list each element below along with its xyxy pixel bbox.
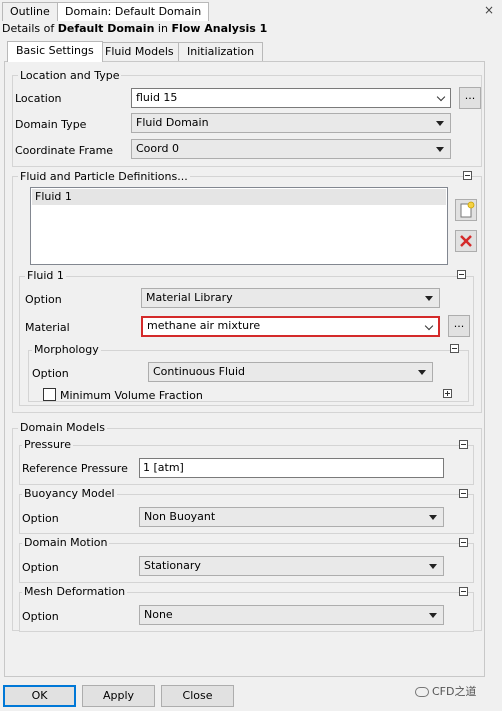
collapse-icon[interactable]: [459, 440, 468, 449]
location-browse-button[interactable]: ...: [459, 87, 481, 109]
collapse-icon[interactable]: [463, 171, 472, 180]
watermark-text: CFD之道: [432, 685, 477, 698]
collapse-icon[interactable]: [450, 344, 459, 353]
mesh-option-value: None: [144, 608, 173, 621]
details-analysis: Flow Analysis 1: [171, 22, 268, 35]
mesh-option-label: Option: [22, 610, 59, 623]
motion-option-value: Stationary: [144, 559, 201, 572]
buoyancy-option-label: Option: [22, 512, 59, 525]
morphology-option-select[interactable]: Continuous Fluid: [148, 362, 433, 382]
details-prefix: Details of: [2, 22, 58, 35]
reference-pressure-label: Reference Pressure: [22, 462, 128, 475]
material-browse-button[interactable]: ...: [448, 315, 470, 337]
morphology-option-label: Option: [32, 367, 69, 380]
mesh-deformation-title: Mesh Deformation: [22, 585, 128, 598]
chat-icon: [415, 687, 429, 697]
motion-option-select[interactable]: Stationary: [139, 556, 444, 576]
fluid-list[interactable]: Fluid 1: [30, 187, 448, 265]
dropdown-arrow-icon: [429, 613, 437, 618]
domain-models-title: Domain Models: [18, 421, 107, 434]
new-document-icon: [460, 201, 475, 218]
chevron-down-icon: [436, 92, 446, 102]
domain-type-label: Domain Type: [15, 118, 87, 131]
fluid1-option-value: Material Library: [146, 291, 233, 304]
location-type-title: Location and Type: [18, 69, 122, 82]
fluid-defs-title: Fluid and Particle Definitions...: [18, 170, 190, 183]
buoyancy-title: Buoyancy Model: [22, 487, 117, 500]
buoyancy-option-select[interactable]: Non Buoyant: [139, 507, 444, 527]
pressure-title: Pressure: [22, 438, 73, 451]
tab-outline[interactable]: Outline: [2, 2, 58, 21]
dropdown-arrow-icon: [425, 296, 433, 301]
dropdown-arrow-icon: [418, 370, 426, 375]
material-value: methane air mixture: [147, 319, 261, 332]
min-volume-fraction-label: Minimum Volume Fraction: [60, 389, 203, 402]
motion-option-label: Option: [22, 561, 59, 574]
dropdown-arrow-icon: [436, 147, 444, 152]
material-label: Material: [25, 321, 70, 334]
details-object: Default Domain: [57, 22, 155, 35]
domain-motion-title: Domain Motion: [22, 536, 110, 549]
tab-domain[interactable]: Domain: Default Domain: [57, 2, 210, 21]
apply-button[interactable]: Apply: [82, 685, 155, 707]
dropdown-arrow-icon: [429, 515, 437, 520]
delete-item-button[interactable]: [455, 230, 477, 252]
collapse-icon[interactable]: [457, 270, 466, 279]
material-combo[interactable]: methane air mixture: [141, 316, 440, 337]
mesh-option-select[interactable]: None: [139, 605, 444, 625]
expand-icon[interactable]: [443, 389, 452, 398]
dropdown-arrow-icon: [436, 121, 444, 126]
delete-icon: [460, 235, 472, 247]
ok-button[interactable]: OK: [3, 685, 76, 707]
fluid1-option-select[interactable]: Material Library: [141, 288, 440, 308]
chevron-down-icon: [424, 321, 434, 331]
location-label: Location: [15, 92, 62, 105]
reference-pressure-input[interactable]: 1 [atm]: [139, 458, 444, 478]
fluid1-title: Fluid 1: [25, 269, 66, 282]
fluid1-option-label: Option: [25, 293, 62, 306]
coord-frame-value: Coord 0: [136, 142, 179, 155]
morphology-title: Morphology: [32, 343, 101, 356]
min-volume-fraction-checkbox[interactable]: [43, 388, 56, 401]
new-item-button[interactable]: [455, 199, 477, 221]
close-button[interactable]: Close: [161, 685, 234, 707]
tab-initialization[interactable]: Initialization: [178, 42, 264, 62]
buoyancy-option-value: Non Buoyant: [144, 510, 216, 523]
tab-basic-settings[interactable]: Basic Settings: [7, 41, 103, 62]
coord-frame-label: Coordinate Frame: [15, 144, 114, 157]
location-value: fluid 15: [136, 91, 178, 104]
close-icon[interactable]: ×: [484, 3, 494, 17]
location-combo[interactable]: fluid 15: [131, 88, 451, 108]
watermark: CFD之道: [415, 683, 476, 699]
dropdown-arrow-icon: [429, 564, 437, 569]
tab-fluid-models[interactable]: Fluid Models: [96, 42, 183, 62]
details-header: Details of Default Domain in Flow Analys…: [2, 22, 267, 36]
domain-type-value: Fluid Domain: [136, 116, 209, 129]
domain-type-select[interactable]: Fluid Domain: [131, 113, 451, 133]
coord-frame-select[interactable]: Coord 0: [131, 139, 451, 159]
list-item[interactable]: Fluid 1: [32, 189, 446, 205]
collapse-icon[interactable]: [459, 489, 468, 498]
collapse-icon[interactable]: [459, 587, 468, 596]
details-mid: in: [154, 22, 172, 35]
collapse-icon[interactable]: [459, 538, 468, 547]
morphology-option-value: Continuous Fluid: [153, 365, 246, 378]
